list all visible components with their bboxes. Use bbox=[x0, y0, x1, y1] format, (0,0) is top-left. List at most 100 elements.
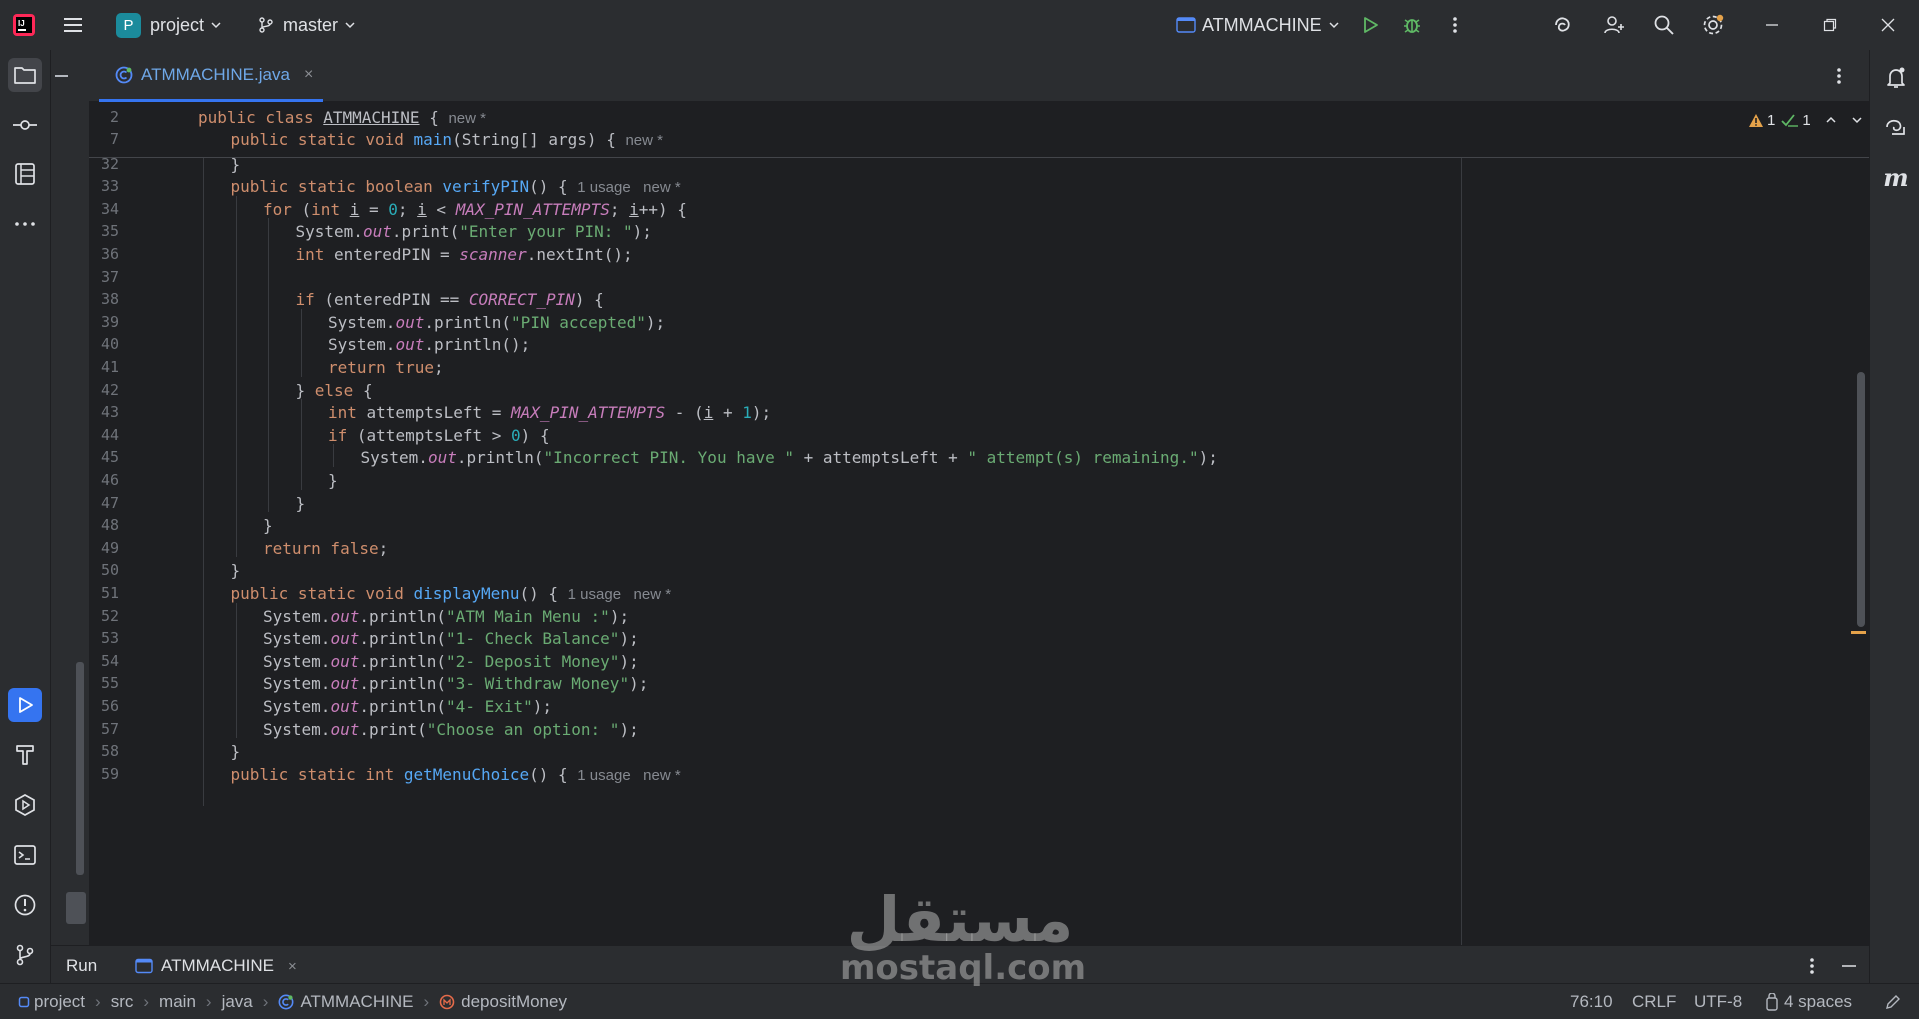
application-icon bbox=[135, 958, 153, 974]
hide-panel-button[interactable] bbox=[55, 75, 68, 77]
more-actions-button[interactable] bbox=[1443, 13, 1467, 37]
scroll-marker-warning[interactable] bbox=[1851, 631, 1866, 634]
inlay-hint[interactable]: 1 usage new * bbox=[577, 767, 680, 784]
problems-tool-button[interactable] bbox=[8, 888, 42, 922]
search-everywhere-button[interactable] bbox=[1652, 13, 1676, 37]
close-window-button[interactable] bbox=[1876, 13, 1900, 37]
minimize-icon bbox=[1766, 24, 1778, 26]
code-token: 0 bbox=[511, 425, 521, 445]
inlay-hint[interactable]: 1 usage new * bbox=[568, 586, 671, 603]
code-line[interactable]: 7 public static void main(String[] args) … bbox=[89, 126, 1869, 153]
run-tool-button[interactable] bbox=[8, 688, 42, 722]
settings-button[interactable] bbox=[1701, 13, 1725, 37]
inspection-widget[interactable]: 1 1 bbox=[1748, 110, 1863, 130]
build-tool-button[interactable] bbox=[8, 738, 42, 772]
minimize-window-button[interactable] bbox=[1760, 13, 1784, 37]
crumb-main[interactable]: main bbox=[159, 992, 196, 1012]
services-tool-button[interactable] bbox=[8, 788, 42, 822]
git-tool-button[interactable] bbox=[8, 938, 42, 972]
inlay-hint[interactable]: new * bbox=[625, 132, 663, 149]
caret-position[interactable]: 76:10 bbox=[1570, 992, 1613, 1012]
terminal-tool-button[interactable] bbox=[8, 838, 42, 872]
code-token: ; bbox=[378, 538, 389, 558]
indent-guide bbox=[300, 399, 302, 490]
run-button[interactable] bbox=[1358, 13, 1382, 37]
code-token: () { bbox=[529, 177, 578, 197]
code-token: .print( bbox=[359, 719, 427, 739]
code-token: for bbox=[263, 199, 302, 219]
panel-scrollbar-thumb[interactable] bbox=[66, 892, 86, 924]
restore-window-button[interactable] bbox=[1818, 13, 1842, 37]
chevron-right-icon: › bbox=[423, 992, 430, 1011]
minimize-panel-icon[interactable] bbox=[1841, 958, 1857, 974]
code-with-me-button[interactable] bbox=[1602, 13, 1626, 37]
intellij-logo-icon[interactable]: IJ bbox=[12, 13, 36, 37]
project-tool-button[interactable] bbox=[8, 58, 42, 92]
code-token: " attempt(s) remaining." bbox=[967, 448, 1199, 468]
chevron-down-icon[interactable] bbox=[1851, 114, 1863, 126]
crumb-project[interactable]: project bbox=[34, 992, 85, 1012]
file-encoding[interactable]: UTF-8 bbox=[1694, 992, 1742, 1012]
crumb-src[interactable]: src bbox=[111, 992, 134, 1012]
code-token: public static int bbox=[230, 764, 404, 784]
code-token: "4- Exit" bbox=[446, 697, 533, 716]
tab-close-button[interactable]: × bbox=[304, 66, 313, 84]
git-branch-icon bbox=[16, 944, 34, 966]
maven-button[interactable]: m bbox=[1882, 163, 1910, 192]
more-vertical-icon bbox=[1837, 68, 1841, 84]
run-tab-close-button[interactable]: × bbox=[288, 958, 297, 975]
run-tab-label: ATMMACHINE bbox=[161, 956, 275, 975]
more-vertical-icon[interactable] bbox=[1809, 956, 1815, 976]
line-separator[interactable]: CRLF bbox=[1632, 992, 1676, 1012]
project-selector[interactable]: P project bbox=[116, 12, 222, 38]
inlay-hint[interactable]: new * bbox=[448, 110, 486, 127]
crumb-method[interactable]: depositMoney bbox=[461, 992, 567, 1012]
code-token: } bbox=[295, 380, 315, 400]
commit-tool-button[interactable] bbox=[8, 108, 42, 142]
line-number[interactable]: 7 bbox=[89, 126, 119, 153]
crumb-java[interactable]: java bbox=[222, 992, 253, 1012]
code-token: ; bbox=[397, 199, 418, 219]
code-token: .println( bbox=[424, 312, 512, 332]
code-editor[interactable]: 2 public class ATMMACHINE { new * 7 public … bbox=[89, 102, 1869, 945]
crumb-class[interactable]: ATMMACHINE bbox=[300, 992, 413, 1012]
code-token: i bbox=[349, 199, 360, 219]
chevron-up-icon[interactable] bbox=[1825, 114, 1837, 126]
code-token: i bbox=[703, 403, 714, 423]
code-token: < bbox=[426, 199, 456, 219]
restore-icon bbox=[1823, 18, 1837, 32]
line-number[interactable]: 59 bbox=[89, 761, 119, 788]
code-token: out bbox=[330, 629, 360, 649]
tab-options-button[interactable] bbox=[1829, 64, 1849, 88]
code-token: getMenuChoice bbox=[403, 764, 530, 784]
chevron-right-icon: › bbox=[95, 992, 101, 1011]
code-token: public class bbox=[198, 108, 324, 127]
ai-assistant-button[interactable] bbox=[1551, 13, 1575, 37]
terminal-icon bbox=[14, 845, 36, 865]
structure-tool-button[interactable] bbox=[8, 157, 42, 191]
run-tab[interactable]: ATMMACHINE × bbox=[135, 956, 297, 976]
code-line[interactable]: 59 public static int getMenuChoice() { 1 … bbox=[89, 761, 1869, 788]
ai-chat-button[interactable] bbox=[1882, 114, 1910, 142]
code-token: "ATM Main Menu :" bbox=[446, 606, 610, 626]
indent-settings[interactable]: 4 spaces bbox=[1764, 992, 1852, 1012]
code-token: .println( bbox=[456, 448, 544, 468]
editor-tab[interactable]: ATMMACHINE.java × bbox=[99, 50, 323, 102]
code-token: () { bbox=[529, 764, 578, 784]
code-token: "PIN accepted" bbox=[511, 312, 646, 332]
debug-button[interactable] bbox=[1400, 13, 1424, 37]
lock-edit-icon[interactable] bbox=[1885, 994, 1901, 1010]
indent-guide bbox=[268, 218, 269, 513]
editor-scrollbar[interactable] bbox=[1857, 372, 1865, 627]
method-icon bbox=[439, 994, 455, 1010]
java-class-icon bbox=[115, 66, 133, 83]
run-title[interactable]: Run bbox=[66, 956, 97, 976]
main-menu-icon[interactable] bbox=[62, 14, 84, 36]
notifications-button[interactable] bbox=[1882, 64, 1910, 92]
panel-scrollbar[interactable] bbox=[76, 662, 84, 875]
code-token: scanner bbox=[459, 245, 527, 264]
inlay-hint[interactable]: 1 usage new * bbox=[577, 179, 680, 196]
branch-selector[interactable]: master bbox=[257, 12, 356, 38]
run-configuration-selector[interactable]: ATMMACHINE bbox=[1176, 12, 1340, 38]
more-tools-button[interactable] bbox=[8, 207, 42, 241]
